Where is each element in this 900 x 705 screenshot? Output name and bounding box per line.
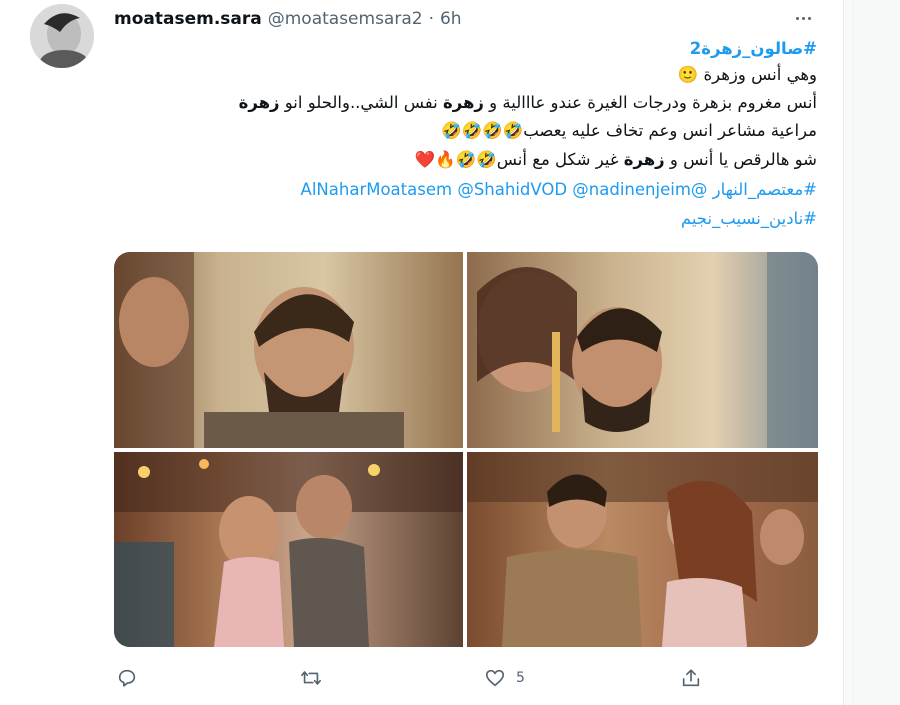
text-segment: نفس الشي..والحلو انو — [279, 93, 443, 112]
more-horizontal-icon — [795, 16, 799, 20]
highlight-word: زهرة — [623, 150, 665, 169]
photo-1[interactable] — [114, 252, 463, 448]
photo-image — [114, 452, 463, 647]
sidebar-card-edge — [852, 0, 900, 705]
text-segment: وهي أنس وزهرة — [698, 65, 817, 84]
like-count: 5 — [516, 670, 525, 686]
retweet-button[interactable] — [300, 660, 332, 696]
photo-image — [467, 452, 818, 647]
laughing-emoji: 🤣🤣🤣🤣 — [441, 121, 524, 140]
share-button[interactable] — [680, 660, 712, 696]
smile-emoji: 🙂 — [677, 65, 699, 84]
tweet-header: moatasem.sara @moatasemsara2 · 6h — [114, 7, 462, 31]
hashtag-line[interactable]: #صالون_زهرة2 — [110, 37, 817, 61]
retweet-icon — [301, 671, 321, 685]
text-segment: شو هالرقص يا أنس و — [664, 150, 817, 169]
separator: · — [428, 9, 434, 29]
tweet-text-line: شو هالرقص يا أنس و زهرة غير شكل مع أنس🤣🤣… — [110, 148, 817, 172]
tweet-text-line: وهي أنس وزهرة 🙂 — [110, 63, 817, 87]
author-handle[interactable]: @moatasemsara2 — [268, 9, 423, 29]
reply-icon — [118, 669, 136, 687]
tweet-text-line: مراعية مشاعر انس وعم تخاف عليه يعصب🤣🤣🤣🤣 — [110, 119, 817, 143]
photo-image — [477, 252, 818, 448]
emoji-group: 🤣🤣🔥❤️ — [414, 150, 497, 169]
photo-image — [114, 252, 404, 448]
photo-4[interactable] — [467, 452, 818, 647]
tweet-card[interactable]: moatasem.sara @moatasemsara2 · 6h #صالون… — [0, 0, 844, 705]
timestamp[interactable]: 6h — [440, 9, 462, 29]
hashtag-line[interactable]: #نادين_نسيب_نجيم — [110, 207, 817, 231]
highlight-word: زهرة — [238, 93, 280, 112]
text-segment: مراعية مشاعر انس وعم تخاف عليه يعصب — [523, 121, 817, 140]
avatar-image — [30, 4, 94, 68]
right-gutter — [844, 0, 900, 705]
heart-icon — [485, 669, 505, 687]
highlight-word: زهرة — [442, 93, 484, 112]
tweet-text-line: أنس مغروم بزهرة ودرجات الغيرة عندو عااال… — [110, 91, 817, 115]
tweet-actions: 5 — [110, 660, 830, 696]
share-icon — [682, 669, 700, 687]
like-button[interactable]: 5 — [484, 660, 525, 696]
reply-button[interactable] — [116, 660, 148, 696]
mentions-line[interactable]: #معتصم_النهار @AlNaharMoatasem @ShahidVO… — [110, 178, 817, 202]
avatar[interactable] — [30, 4, 94, 68]
photo-3[interactable] — [114, 452, 463, 647]
photo-2[interactable] — [467, 252, 818, 448]
media-grid[interactable] — [114, 252, 818, 647]
text-segment: غير شكل مع أنس — [496, 150, 624, 169]
more-options-button[interactable] — [790, 8, 816, 28]
author-name[interactable]: moatasem.sara — [114, 9, 262, 29]
text-segment: أنس مغروم بزهرة ودرجات الغيرة عندو عااال… — [483, 93, 817, 112]
